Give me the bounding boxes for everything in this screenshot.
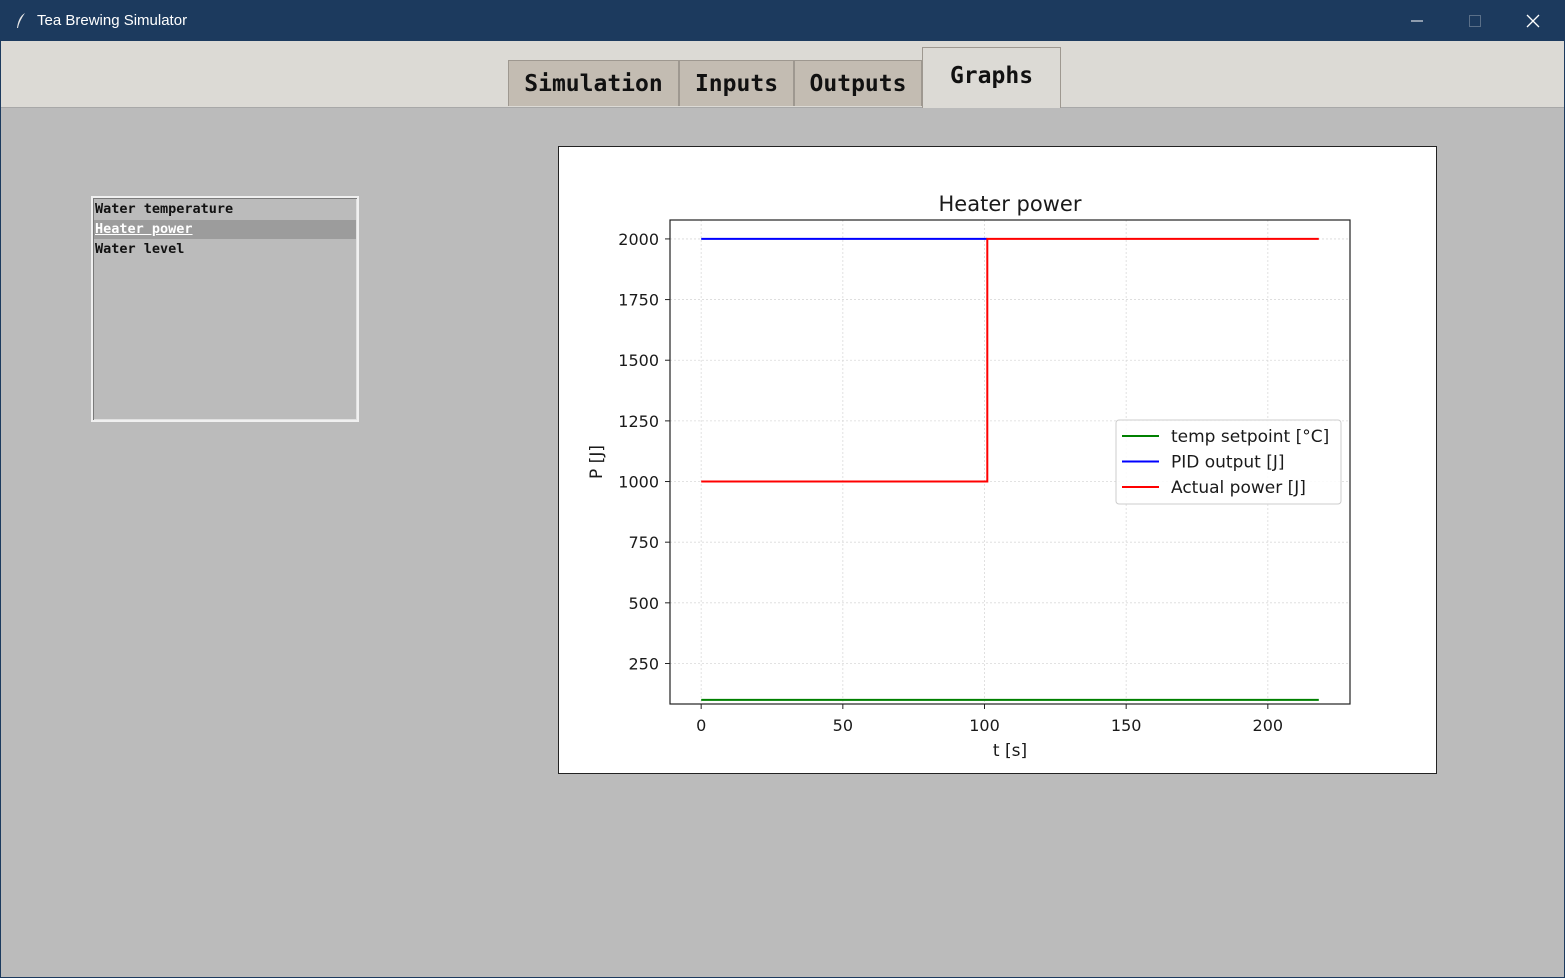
y-tick-label: 2000 bbox=[618, 230, 659, 249]
x-tick-label: 0 bbox=[696, 716, 706, 735]
chart-title: Heater power bbox=[939, 192, 1082, 216]
y-tick-label: 1250 bbox=[618, 412, 659, 431]
graphs-panel: Water temperature Heater power Water lev… bbox=[1, 108, 1564, 977]
list-item-water-temperature[interactable]: Water temperature bbox=[94, 200, 356, 219]
x-tick-label: 150 bbox=[1111, 716, 1142, 735]
y-tick-label: 1000 bbox=[618, 473, 659, 492]
x-tick-label: 50 bbox=[833, 716, 853, 735]
minimize-button[interactable] bbox=[1388, 0, 1446, 41]
minimize-icon bbox=[1411, 20, 1423, 21]
feather-icon bbox=[17, 13, 25, 28]
chart-figure: 0 50 100 150 200 250 500 750 1000 1250 1500 1750 200… bbox=[558, 146, 1437, 774]
x-tick-label: 100 bbox=[969, 716, 1000, 735]
maximize-button[interactable] bbox=[1446, 0, 1504, 41]
legend-label-1: temp setpoint [°C] bbox=[1171, 427, 1329, 447]
app-window: Tea Brewing Simulator Simulation Inputs … bbox=[1, 0, 1564, 977]
tab-outputs[interactable]: Outputs bbox=[794, 60, 922, 106]
y-tick-label: 500 bbox=[628, 594, 659, 613]
tab-graphs[interactable]: Graphs bbox=[922, 47, 1061, 108]
legend-label-2: PID output [J] bbox=[1171, 453, 1285, 473]
y-tick-label: 1750 bbox=[618, 291, 659, 310]
close-button[interactable] bbox=[1504, 0, 1562, 41]
graph-selector-listbox[interactable]: Water temperature Heater power Water lev… bbox=[91, 196, 359, 422]
tab-bar: Simulation Inputs Outputs Graphs bbox=[1, 41, 1564, 108]
x-axis-label: t [s] bbox=[993, 741, 1027, 761]
legend-label-3: Actual power [J] bbox=[1171, 478, 1306, 498]
tab-inputs[interactable]: Inputs bbox=[679, 60, 794, 106]
heater-power-chart: 0 50 100 150 200 250 500 750 1000 1250 1500 1750 200… bbox=[587, 192, 1351, 761]
y-tick-label: 750 bbox=[628, 533, 659, 552]
x-tick-label: 200 bbox=[1253, 716, 1284, 735]
chart-legend: temp setpoint [°C] PID output [J] Actual p… bbox=[1115, 419, 1342, 505]
list-item-heater-power[interactable]: Heater power bbox=[94, 220, 356, 239]
y-tick-label: 1500 bbox=[618, 351, 659, 370]
y-tick-label: 250 bbox=[628, 654, 659, 673]
maximize-icon bbox=[1469, 14, 1481, 27]
close-icon bbox=[1526, 14, 1540, 27]
y-axis-label: P [J] bbox=[587, 445, 607, 479]
list-item-water-level[interactable]: Water level bbox=[94, 240, 356, 259]
tab-simulation[interactable]: Simulation bbox=[508, 60, 679, 106]
title-bar[interactable]: Tea Brewing Simulator bbox=[1, 0, 1564, 41]
window-title: Tea Brewing Simulator bbox=[37, 12, 188, 29]
